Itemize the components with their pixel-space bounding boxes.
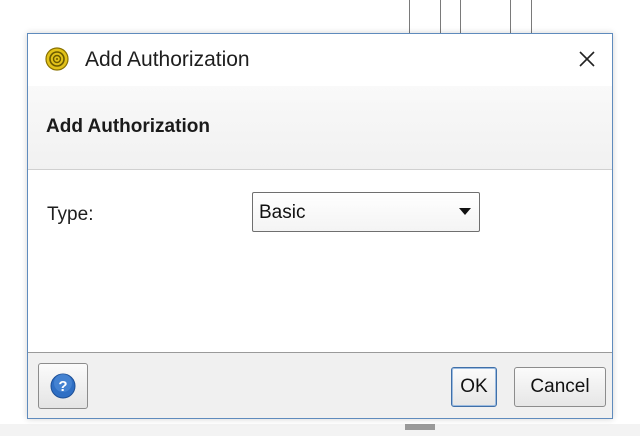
type-select-value: Basic xyxy=(259,202,306,223)
background-window-edge xyxy=(510,0,511,34)
ok-button[interactable]: OK xyxy=(451,367,497,407)
dialog-heading: Add Authorization xyxy=(46,116,210,137)
dialog-content: Type: Basic xyxy=(28,170,612,352)
close-icon xyxy=(579,51,595,67)
help-icon: ? xyxy=(50,373,76,399)
help-button[interactable]: ? xyxy=(38,363,88,409)
screen: Add Authorization Add Authorization Type… xyxy=(0,0,640,436)
window-title: Add Authorization xyxy=(85,48,250,71)
background-window-edge xyxy=(409,0,410,34)
background-window-edge xyxy=(531,0,532,34)
add-authorization-dialog: Add Authorization Add Authorization Type… xyxy=(27,33,613,419)
background-window-edge xyxy=(460,0,461,34)
type-label: Type: xyxy=(47,204,94,225)
dialog-header: Add Authorization xyxy=(28,86,612,170)
background-window-edge xyxy=(440,0,441,34)
svg-text:?: ? xyxy=(58,378,67,395)
type-select[interactable]: Basic xyxy=(252,192,480,232)
cancel-button[interactable]: Cancel xyxy=(514,367,606,407)
app-gear-icon xyxy=(45,47,69,71)
close-button[interactable] xyxy=(570,42,604,76)
background-window-bottom xyxy=(0,424,640,436)
dialog-footer: ? OK Cancel xyxy=(28,352,612,418)
dialog-titlebar[interactable]: Add Authorization xyxy=(28,34,612,86)
background-scrollbar xyxy=(405,424,435,430)
